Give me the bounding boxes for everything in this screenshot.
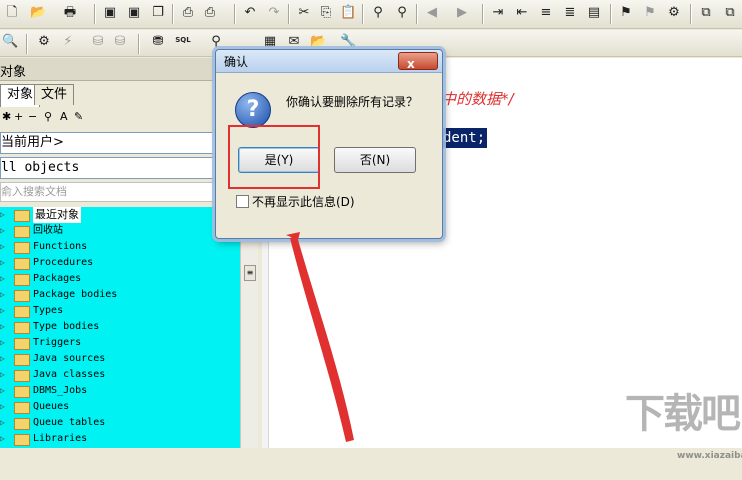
arrow-shaft [290, 236, 354, 442]
annotation-arrow [286, 232, 354, 442]
